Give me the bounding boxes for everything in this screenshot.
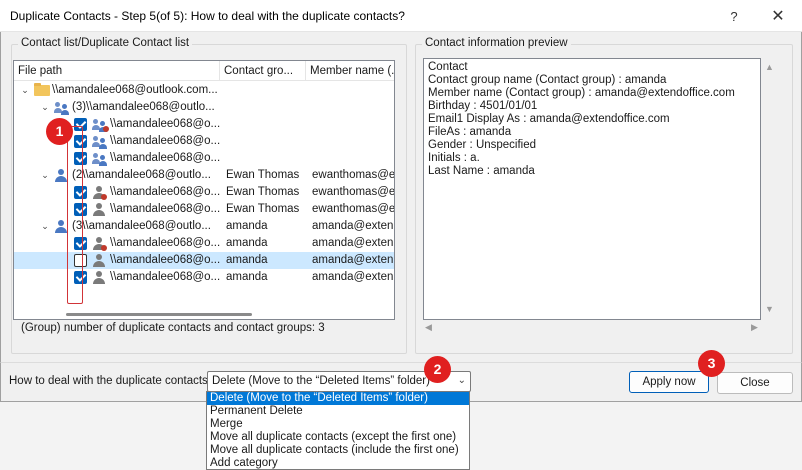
- row-file-path: (3\\amandalee068@outlo...: [72, 220, 211, 232]
- row-contact-group: amanda: [226, 254, 268, 266]
- contact-icon: [92, 203, 106, 217]
- apply-now-button[interactable]: Apply now: [629, 371, 709, 393]
- preview-legend: Contact information preview: [422, 37, 571, 49]
- row-member-name: ewanthomas@e...: [312, 203, 395, 215]
- contact-icon: [54, 169, 68, 183]
- dropdown-option[interactable]: Merge: [207, 418, 469, 431]
- tree-row[interactable]: ⌄ \\amandalee068@outlook.com...: [14, 82, 394, 99]
- contact-icon: [54, 220, 68, 234]
- row-file-path: \\amandalee068@o...: [110, 254, 220, 266]
- contact-group-icon: [92, 135, 108, 149]
- folder-icon: [34, 83, 50, 96]
- row-member-name: amanda@exten...: [312, 254, 395, 266]
- contact-group-red-dot-icon: [92, 118, 109, 132]
- row-member-name: [312, 116, 394, 133]
- row-contact-group: [226, 133, 306, 150]
- dropdown-option[interactable]: Move all duplicate contacts (include the…: [207, 444, 469, 457]
- tree-header: File path Contact gro... Member name (..…: [14, 61, 394, 81]
- close-button[interactable]: Close: [717, 372, 793, 394]
- tree-scroll-thumb[interactable]: [66, 313, 252, 316]
- preview-line: Gender : Unspecified: [428, 139, 537, 151]
- contact-icon: [92, 254, 106, 268]
- action-combobox-value: Delete (Move to the “Deleted Items” fold…: [212, 375, 430, 387]
- window-close-button[interactable]: ✕: [758, 2, 798, 30]
- contact-group-icon: [54, 101, 70, 115]
- row-member-name: [312, 99, 394, 116]
- preview-scroll-left-icon[interactable]: ◀: [425, 322, 432, 333]
- preview-line: FileAs : amanda: [428, 126, 512, 138]
- dialog-body: Contact list/Duplicate Contact list Cont…: [0, 32, 802, 362]
- row-member-name: amanda@exten...: [312, 220, 395, 232]
- action-label: How to deal with the duplicate contacts?: [9, 375, 215, 387]
- chevron-down-icon[interactable]: ⌄: [458, 375, 466, 386]
- step-badge-3: 3: [698, 350, 725, 377]
- window-title: Duplicate Contacts - Step 5(of 5): How t…: [10, 9, 405, 23]
- dropdown-option[interactable]: Add category: [207, 457, 469, 470]
- title-bar: Duplicate Contacts - Step 5(of 5): How t…: [0, 0, 802, 32]
- row-file-path: \\amandalee068@o...: [110, 186, 220, 198]
- expand-chevron-icon[interactable]: ⌄: [40, 99, 50, 116]
- row-contact-group: [226, 82, 306, 99]
- row-contact-group: amanda: [226, 271, 268, 283]
- row-file-path: \\amandalee068@o...: [110, 118, 220, 130]
- row-file-path: (2\\amandalee068@outlo...: [72, 169, 211, 181]
- row-contact-group: Ewan Thomas: [226, 169, 300, 181]
- row-contact-group: amanda: [226, 220, 268, 232]
- row-file-path: (3)\\amandalee068@outlo...: [72, 101, 215, 113]
- row-contact-group: Ewan Thomas: [226, 203, 300, 215]
- row-member-name: ewanthomas@e...: [312, 186, 395, 198]
- preview-line: Last Name : amanda: [428, 165, 535, 177]
- row-file-path: \\amandalee068@o...: [110, 203, 220, 215]
- action-dropdown-list[interactable]: Delete (Move to the “Deleted Items” fold…: [206, 391, 470, 470]
- row-member-name: amanda@exten...: [312, 271, 395, 283]
- tree-horizontal-scrollbar[interactable]: [14, 309, 394, 319]
- row-contact-group: [226, 150, 306, 167]
- row-member-name: [312, 133, 394, 150]
- row-contact-group: amanda: [226, 237, 268, 249]
- preview-scroll-right-icon[interactable]: ▶: [751, 322, 758, 333]
- row-member-name: ewanthomas@e...: [312, 169, 395, 181]
- row-file-path: \\amandalee068@o...: [110, 135, 220, 147]
- contact-group-icon: [92, 152, 108, 166]
- preview-line: Email1 Display As : amanda@extendoffice.…: [428, 113, 670, 125]
- row-file-path: \\amandalee068@o...: [110, 271, 220, 283]
- row-contact-group: [226, 99, 306, 116]
- help-button[interactable]: ?: [714, 2, 754, 30]
- checkbox-highlight-box: [67, 126, 83, 304]
- row-contact-group: Ewan Thomas: [226, 186, 300, 198]
- row-member-name: [312, 82, 394, 99]
- preview-line: Initials : a.: [428, 152, 480, 164]
- row-file-path: \\amandalee068@outlook.com...: [52, 84, 218, 96]
- preview-scroll-up-icon[interactable]: ▲: [765, 62, 774, 72]
- column-header-member-name[interactable]: Member name (...: [306, 61, 394, 81]
- preview-line: Contact: [428, 61, 468, 73]
- preview-line: Contact group name (Contact group) : ama…: [428, 74, 667, 86]
- preview-scroll-down-icon[interactable]: ▼: [765, 304, 774, 314]
- step-badge-1: 1: [46, 118, 73, 145]
- contact-icon: [92, 271, 106, 285]
- dropdown-option[interactable]: Move all duplicate contacts (except the …: [207, 431, 469, 444]
- expand-chevron-icon[interactable]: ⌄: [20, 82, 30, 99]
- contact-red-dot-icon: [92, 186, 107, 200]
- step-badge-2: 2: [424, 356, 451, 383]
- preview-line: Birthday : 4501/01/01: [428, 100, 538, 112]
- row-member-name: amanda@exten...: [312, 237, 395, 249]
- row-file-path: \\amandalee068@o...: [110, 237, 220, 249]
- expand-chevron-icon[interactable]: ⌄: [40, 167, 50, 184]
- expand-chevron-icon[interactable]: ⌄: [40, 218, 50, 235]
- column-header-contact-group[interactable]: Contact gro...: [220, 61, 306, 81]
- column-header-file-path[interactable]: File path: [14, 61, 220, 81]
- row-contact-group: [226, 116, 306, 133]
- duplicate-summary: (Group) number of duplicate contacts and…: [21, 322, 325, 334]
- dropdown-option[interactable]: Delete (Move to the “Deleted Items” fold…: [207, 392, 469, 405]
- preview-line: Member name (Contact group) : amanda@ext…: [428, 87, 735, 99]
- contact-list-legend: Contact list/Duplicate Contact list: [18, 37, 193, 49]
- row-member-name: [312, 150, 394, 167]
- contact-red-dot-icon: [92, 237, 107, 251]
- row-file-path: \\amandalee068@o...: [110, 152, 220, 164]
- dropdown-option[interactable]: Permanent Delete: [207, 405, 469, 418]
- contact-preview: Contact Contact group name (Contact group…: [423, 58, 761, 320]
- tree-row[interactable]: ⌄ (3)\\amandalee068@outlo...: [14, 99, 394, 116]
